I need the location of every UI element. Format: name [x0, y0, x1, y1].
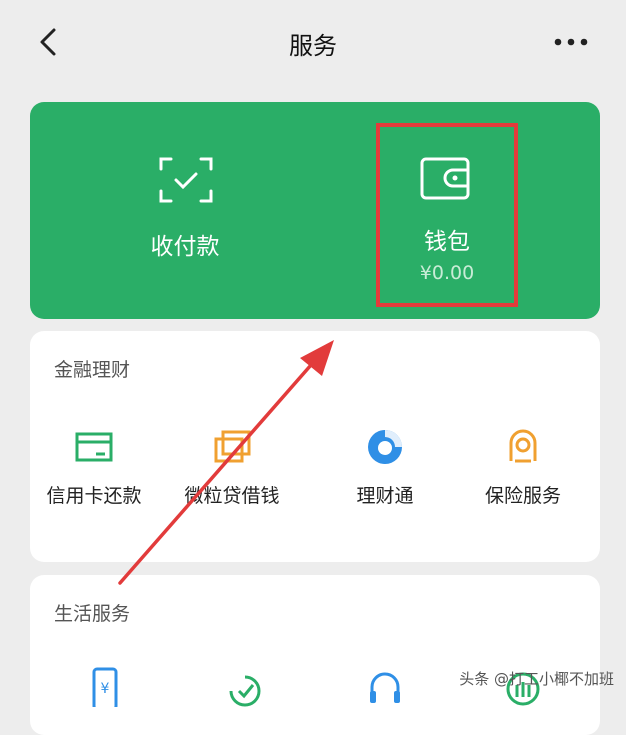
- life-services-section: 生活服务 ¥: [30, 575, 600, 735]
- credit-card-icon: [75, 432, 113, 462]
- receive-pay-button[interactable]: 收付款: [135, 157, 235, 267]
- loan-cards-icon: [214, 430, 251, 463]
- check-leaf-icon: [229, 675, 261, 707]
- section-title-finance: 金融理财: [54, 359, 131, 381]
- svg-text:¥: ¥: [101, 681, 110, 697]
- watermark-text: 头条 @打工小椰不加班: [459, 670, 614, 688]
- wealth-label: 理财通: [356, 485, 414, 507]
- more-options-icon[interactable]: [550, 30, 592, 54]
- top-bar: 服务: [0, 0, 626, 88]
- wallet-icon: [420, 157, 470, 200]
- phone-recharge-icon: ¥: [92, 667, 118, 707]
- finance-section: 金融理财 信用卡还款 微粒贷借钱 理财通 保险服务: [30, 331, 600, 562]
- loan-label: 微粒贷借钱: [184, 485, 280, 507]
- receive-pay-label: 收付款: [150, 234, 220, 260]
- insurance-label: 保险服务: [484, 485, 561, 507]
- wallet-label: 钱包: [424, 229, 470, 255]
- pay-wallet-card: 收付款 钱包 ¥0.00: [30, 102, 600, 319]
- credit-card-repay-label: 信用卡还款: [46, 485, 142, 507]
- scan-pay-icon: [159, 157, 213, 203]
- section-title-life: 生活服务: [54, 603, 131, 625]
- wallet-balance: ¥0.00: [419, 262, 475, 284]
- wallet-button[interactable]: 钱包 ¥0.00: [376, 123, 518, 307]
- headset-icon: [370, 672, 400, 703]
- wealth-icon: [368, 430, 402, 464]
- insurance-icon: [509, 429, 537, 463]
- page-title: 服务: [289, 32, 337, 60]
